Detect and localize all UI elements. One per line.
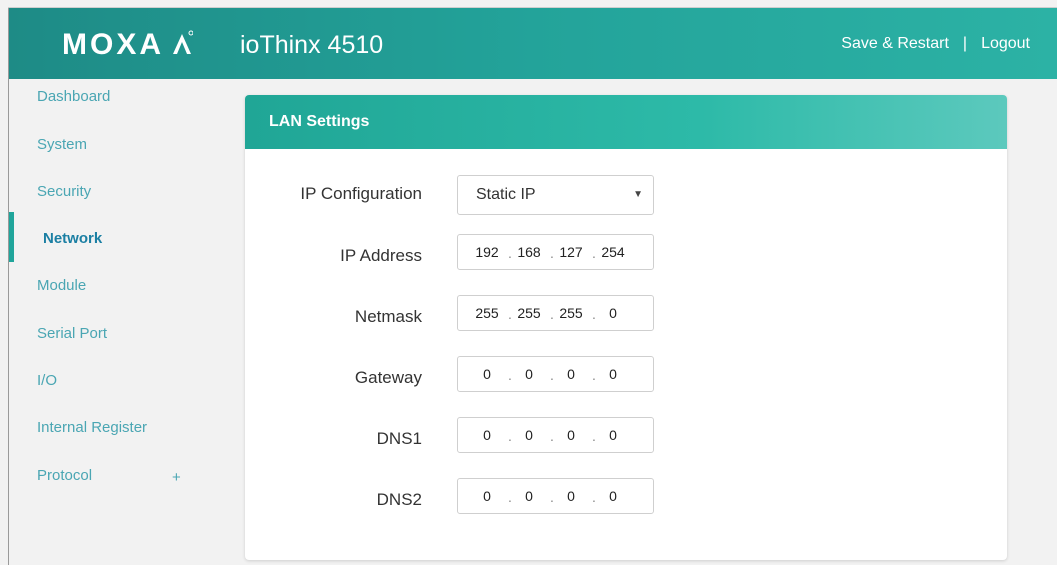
sidebar-item-serial-port[interactable]: Serial Port	[37, 325, 107, 342]
sidebar-item-io[interactable]: I/O	[37, 372, 57, 389]
gateway-label: Gateway	[354, 368, 422, 387]
netmask-input: 255 . 255 . 255 . 0	[457, 295, 654, 331]
dns1-octet-2[interactable]: 0	[509, 427, 549, 443]
card-title: LAN Settings	[245, 95, 1007, 149]
sidebar-item-system[interactable]: System	[37, 136, 87, 153]
dns1-octet-3[interactable]: 0	[551, 427, 591, 443]
logo-text: MOXA	[62, 28, 164, 61]
sidebar-item-protocol[interactable]: Protocol	[37, 467, 92, 484]
gateway-octet-4[interactable]: 0	[593, 366, 633, 382]
dns1-octet-1[interactable]: 0	[467, 427, 507, 443]
dns2-input: 0 . 0 . 0 . 0	[457, 478, 654, 514]
logout-link[interactable]: Logout	[981, 33, 1030, 55]
ip-address-octet-4[interactable]: 254	[593, 244, 633, 260]
ip-address-octet-2[interactable]: 168	[509, 244, 549, 260]
netmask-octet-2[interactable]: 255	[509, 305, 549, 321]
ip-address-octet-1[interactable]: 192	[467, 244, 507, 260]
dns1-label: DNS1	[376, 429, 422, 448]
lan-settings-card: LAN Settings IP Configuration Static IP …	[245, 95, 1007, 560]
header-actions: Save & Restart | Logout	[841, 33, 1030, 55]
sidebar-item-network[interactable]: Network	[43, 230, 102, 247]
save-restart-link[interactable]: Save & Restart	[841, 33, 949, 55]
netmask-octet-4[interactable]: 0	[593, 305, 633, 321]
ip-config-value: Static IP	[476, 186, 536, 203]
top-header: MOXA ioThinx 4510 Save & Restart | Logou…	[9, 8, 1057, 79]
gateway-input: 0 . 0 . 0 . 0	[457, 356, 654, 392]
protocol-expand-icon[interactable]: +	[172, 469, 181, 486]
sidebar-nav: Dashboard System Security Network Module…	[9, 79, 229, 565]
logo-mark-icon	[173, 30, 194, 54]
ip-config-label: IP Configuration	[300, 184, 422, 203]
gateway-octet-2[interactable]: 0	[509, 366, 549, 382]
dns2-octet-2[interactable]: 0	[509, 488, 549, 504]
gateway-octet-1[interactable]: 0	[467, 366, 507, 382]
dropdown-arrow-icon: ▼	[633, 189, 643, 200]
sidebar-item-module[interactable]: Module	[37, 277, 86, 294]
ip-address-label: IP Address	[340, 246, 422, 265]
dns2-label: DNS2	[376, 490, 422, 509]
dns2-octet-3[interactable]: 0	[551, 488, 591, 504]
gateway-octet-3[interactable]: 0	[551, 366, 591, 382]
sidebar-item-dashboard[interactable]: Dashboard	[37, 88, 110, 105]
dns1-octet-4[interactable]: 0	[593, 427, 633, 443]
dns2-octet-1[interactable]: 0	[467, 488, 507, 504]
netmask-octet-3[interactable]: 255	[551, 305, 591, 321]
netmask-label: Netmask	[354, 307, 422, 326]
header-separator: |	[962, 35, 968, 52]
ip-address-input: 192 . 168 . 127 . 254	[457, 234, 654, 270]
sidebar-item-internal-register[interactable]: Internal Register	[37, 419, 147, 436]
ip-address-octet-3[interactable]: 127	[551, 244, 591, 260]
dns2-octet-4[interactable]: 0	[593, 488, 633, 504]
ip-config-select[interactable]: Static IP ▼	[457, 175, 654, 215]
product-name: ioThinx 4510	[240, 31, 384, 59]
active-indicator	[9, 212, 14, 262]
moxa-logo: MOXA	[62, 28, 194, 62]
dns1-input: 0 . 0 . 0 . 0	[457, 417, 654, 453]
sidebar-item-security[interactable]: Security	[37, 183, 91, 200]
netmask-octet-1[interactable]: 255	[467, 305, 507, 321]
